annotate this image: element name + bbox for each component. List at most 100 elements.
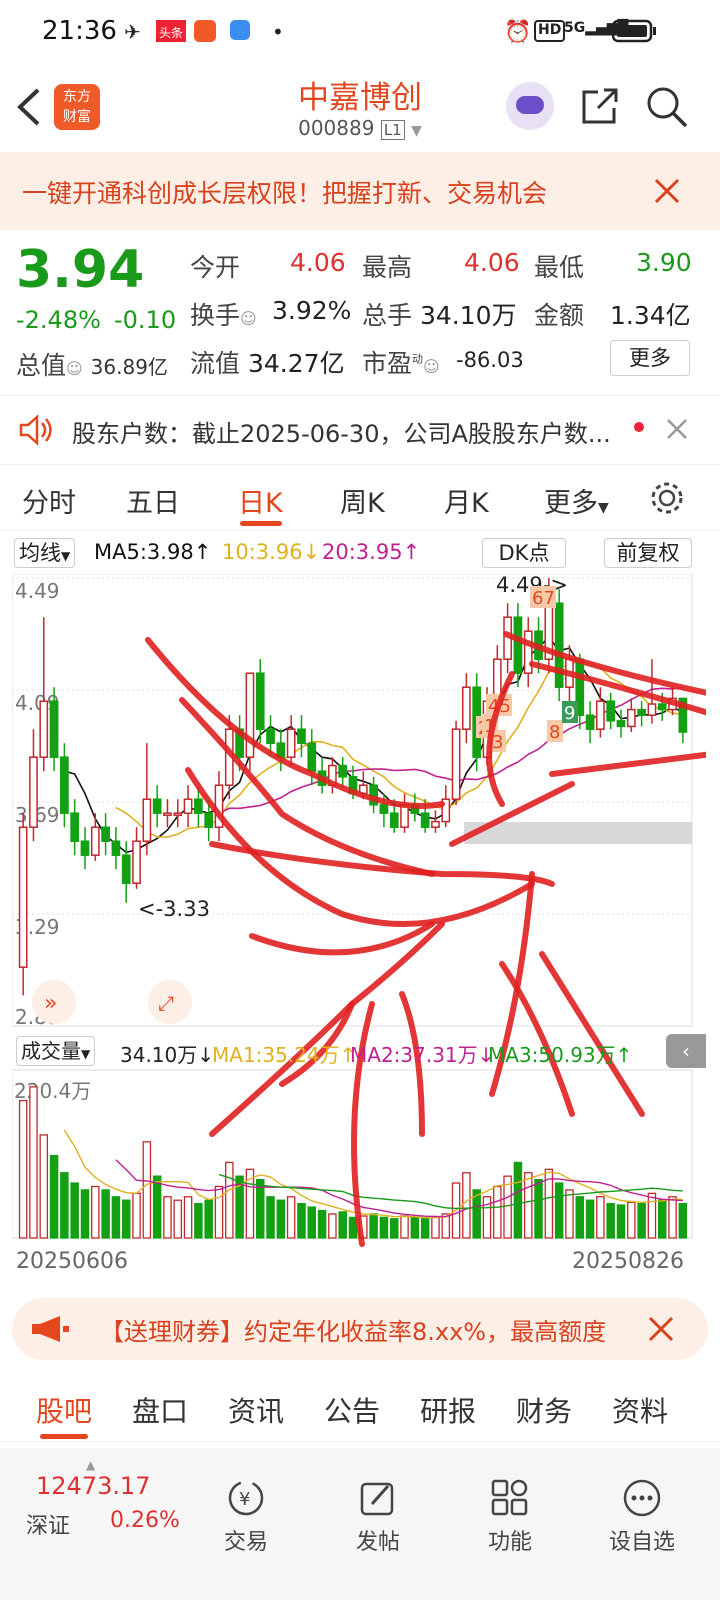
- volume-bar: [379, 1216, 389, 1239]
- gear-icon[interactable]: [648, 479, 686, 517]
- candle-body: [596, 700, 605, 730]
- hand-drawn-annotation: [539, 951, 645, 1117]
- logo-line2: 财富: [63, 109, 91, 125]
- vol-ma2: MA2:37.31万↓: [350, 1043, 495, 1067]
- trade-button[interactable]: ¥ 交易: [198, 1478, 294, 1556]
- ai-assistant-icon[interactable]: [506, 82, 554, 130]
- tab-more[interactable]: 更多▼: [544, 481, 609, 520]
- volume-value: 34.10万↓: [120, 1043, 215, 1067]
- stock-header: 东方 财富 中嘉博创 000889 L1 ▼: [0, 66, 720, 152]
- tab-research[interactable]: 研报: [420, 1390, 476, 1430]
- tab-finance[interactable]: 财务: [516, 1390, 572, 1430]
- shareholder-notice[interactable]: 股东户数：截止2025-06-30，公司A股股东户数...: [0, 395, 720, 465]
- hd-icon: HD: [534, 20, 566, 42]
- low-value: 3.90: [636, 248, 692, 277]
- toutiao-icon: 头条: [156, 20, 187, 42]
- volume-bar: [534, 1178, 543, 1239]
- volume-bar: [410, 1216, 420, 1239]
- search-icon[interactable]: [644, 84, 690, 130]
- candle-body: [29, 756, 38, 828]
- tab-intraday[interactable]: 分时: [22, 481, 76, 520]
- candle-body: [585, 714, 595, 730]
- vol-ma1: MA1:35.24万↑: [212, 1043, 357, 1067]
- pe-value: -86.03: [456, 348, 524, 372]
- volume-selector-label: 成交量: [21, 1039, 81, 1063]
- tab-weekly-k[interactable]: 周K: [340, 481, 385, 520]
- volume-bar: [420, 1218, 430, 1239]
- collapse-arrow-icon[interactable]: ‹: [666, 1034, 706, 1068]
- tab-orderbook[interactable]: 盘口: [132, 1390, 188, 1430]
- back-arrow-icon[interactable]: [14, 86, 44, 128]
- kline-chart-area[interactable]: 4.494.093.693.292.894.49-><-3.3367452138…: [11, 573, 715, 1274]
- alarm-icon: ⏰: [504, 20, 532, 45]
- candle-body: [657, 703, 667, 711]
- index-value: 12473.17: [36, 1472, 151, 1500]
- app2-notification-icon: [230, 20, 250, 40]
- candle-body: [462, 686, 471, 730]
- volume-bar: [121, 1199, 131, 1239]
- volume-bar: [575, 1196, 585, 1239]
- tab-news[interactable]: 资讯: [228, 1390, 284, 1430]
- volume-selector[interactable]: 成交量▼: [16, 1036, 96, 1066]
- info-icon[interactable]: ☺: [66, 359, 83, 378]
- period-tabs: 分时 五日 日K 周K 月K 更多▼: [0, 465, 720, 531]
- signal-app-icon: ✈: [124, 20, 141, 44]
- share-icon[interactable]: [578, 86, 622, 128]
- low-annotation: <-3.33: [138, 897, 210, 921]
- candle-body: [183, 798, 193, 814]
- close-icon[interactable]: [666, 418, 688, 440]
- volume-bar: [493, 1185, 502, 1239]
- app-logo[interactable]: 东方 财富: [54, 84, 100, 130]
- amount-value: 1.34亿: [610, 301, 691, 330]
- trade-icon: ¥: [228, 1480, 264, 1516]
- dropdown-triangle-icon: ▼: [411, 123, 422, 139]
- volume-bar: [70, 1182, 79, 1239]
- close-icon[interactable]: [654, 178, 680, 204]
- bottom-toolbar: ▲ 12473.17 深证 0.26% ¥ 交易 发帖 功能 设自选: [0, 1448, 720, 1600]
- tab-monthly-k[interactable]: 月K: [444, 481, 489, 520]
- adjust-button[interactable]: 前复权: [604, 538, 692, 568]
- volume-bar: [214, 1185, 224, 1239]
- more-button[interactable]: 更多: [610, 340, 690, 376]
- tab-more-label: 更多: [544, 488, 598, 519]
- volume-bar: [462, 1172, 471, 1239]
- candle-body: [121, 854, 131, 884]
- tab-forum[interactable]: 股吧: [36, 1390, 92, 1430]
- price-band: [464, 822, 692, 844]
- change-pct: -2.48%: [16, 306, 101, 334]
- volume-bar: [647, 1192, 657, 1239]
- stock-name: 中嘉博创: [298, 80, 422, 116]
- volume-bar: [276, 1199, 286, 1239]
- function-button[interactable]: 功能: [462, 1478, 558, 1556]
- post-button[interactable]: 发帖: [330, 1478, 426, 1556]
- info-icon[interactable]: ☺: [240, 309, 257, 328]
- stock-code-line[interactable]: 000889 L1 ▼: [240, 116, 480, 140]
- info-icon[interactable]: ☺: [423, 357, 440, 376]
- tab-profile[interactable]: 资料: [612, 1390, 668, 1430]
- indicator-selector[interactable]: 均线▼: [14, 538, 76, 568]
- price-frame: [11, 573, 693, 1027]
- kline-chart[interactable]: 4.494.093.693.292.894.49-><-3.3367452138…: [11, 573, 715, 1274]
- tab-daily-k[interactable]: 日K: [238, 481, 283, 520]
- candle-body: [142, 798, 152, 842]
- turnover-label-wrap: 换手☺: [190, 296, 257, 332]
- promo-banner[interactable]: 一键开通科创成长层权限！把握打新、交易机会: [0, 152, 720, 230]
- banner-text: 一键开通科创成长层权限！把握打新、交易机会: [22, 179, 548, 208]
- amount-label: 金额: [534, 301, 585, 330]
- volume-bar: [101, 1189, 110, 1239]
- close-icon[interactable]: [648, 1316, 674, 1342]
- add-watchlist-button[interactable]: 设自选: [594, 1478, 690, 1556]
- tab-announcements[interactable]: 公告: [324, 1390, 380, 1430]
- dk-point-button[interactable]: DK点: [482, 538, 566, 568]
- volume-bar: [152, 1175, 162, 1239]
- candle-body: [513, 616, 523, 674]
- candle-body: [606, 700, 616, 722]
- volume-max-label: 220.4万: [14, 1079, 91, 1103]
- pe-label: 市盈: [362, 349, 413, 378]
- wealth-promo-bar[interactable]: 【送理财券】约定年化收益率8.xx%，最高额度: [12, 1298, 708, 1360]
- volume-bar: [132, 1192, 141, 1239]
- volume-bar: [255, 1178, 265, 1239]
- volume-bar: [606, 1203, 615, 1239]
- stock-code: 000889: [298, 116, 375, 140]
- tab-five-day[interactable]: 五日: [126, 481, 180, 520]
